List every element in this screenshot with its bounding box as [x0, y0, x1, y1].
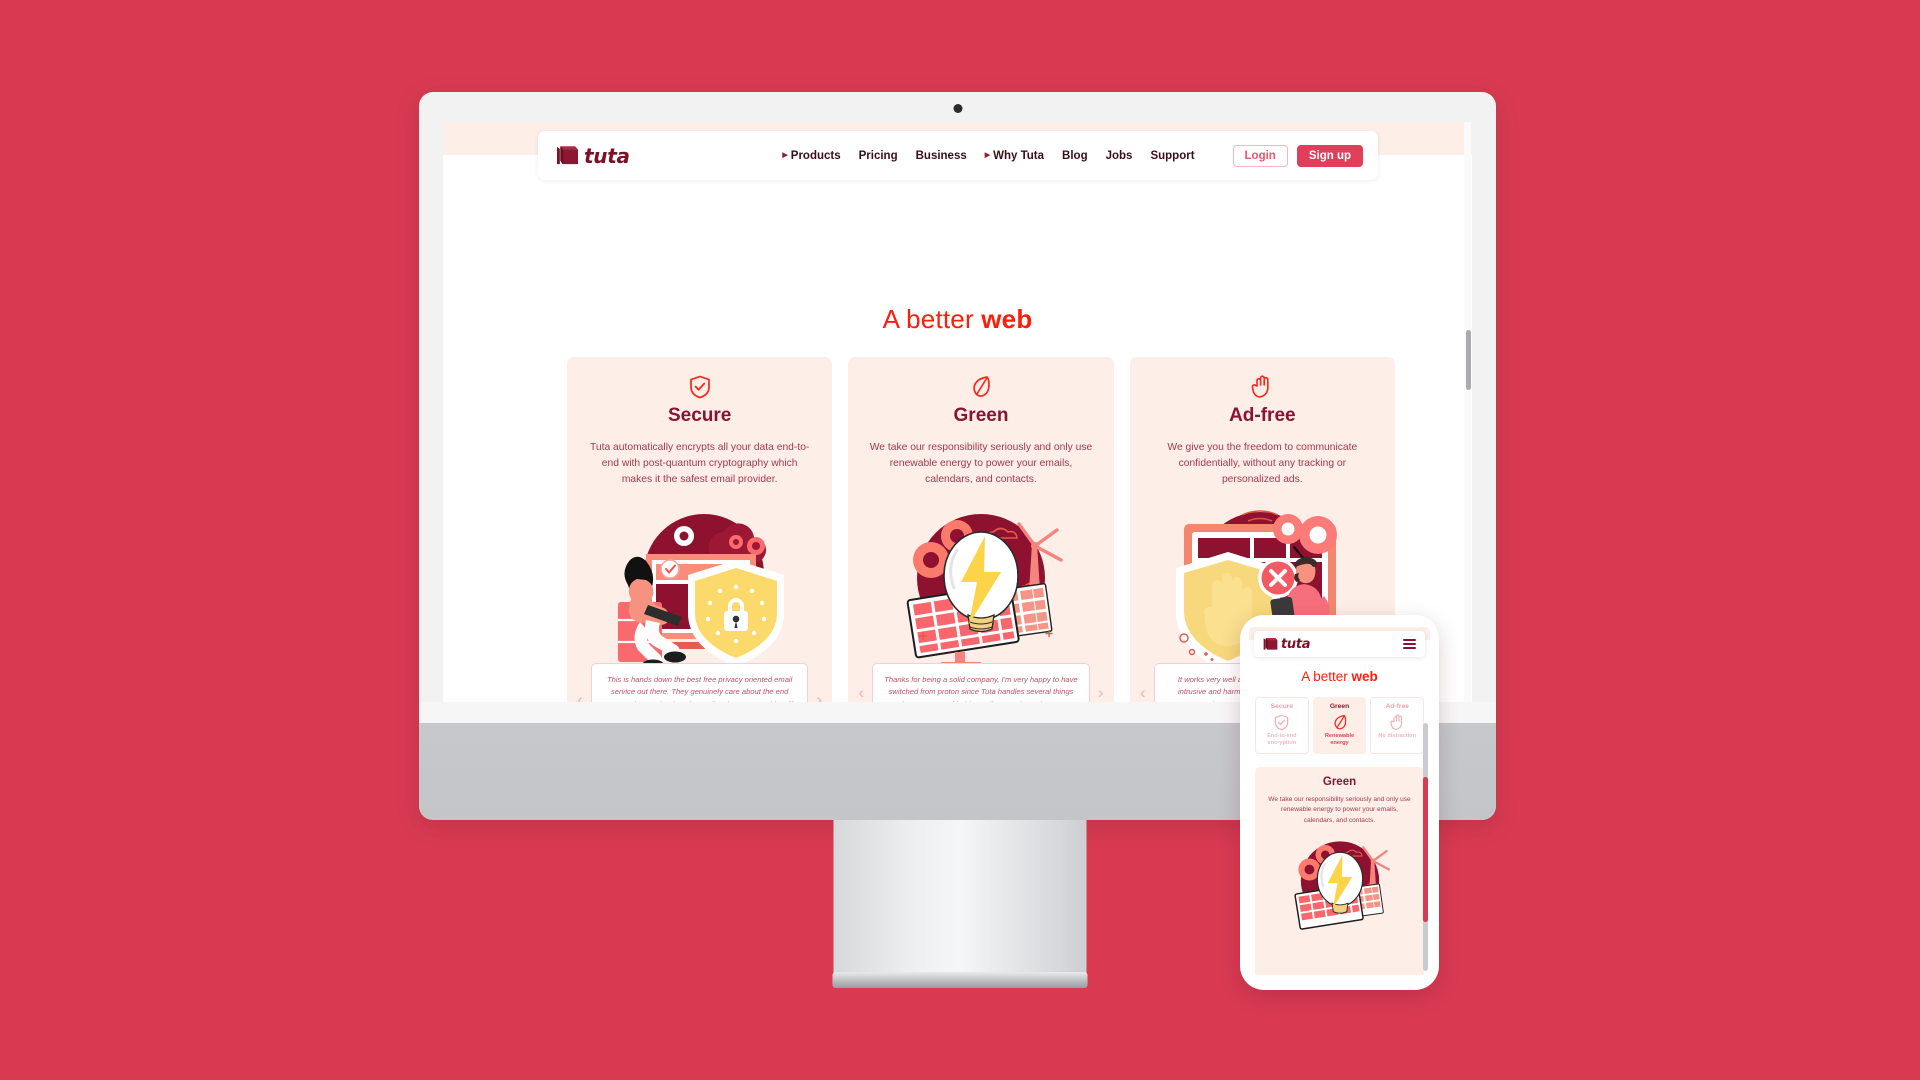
- mobile-brand-wordmark: tuta: [1281, 636, 1311, 652]
- nav-item-label: Support: [1150, 149, 1195, 162]
- page-scrollbar-thumb[interactable]: [1466, 330, 1471, 390]
- mobile-page-title-prefix: A better: [1301, 669, 1352, 684]
- mobile-phone-mockup: tuta A better web Secure End-to-end encr…: [1240, 615, 1439, 990]
- feature-card-description: We give you the freedom to communicate c…: [1167, 442, 1358, 485]
- mobile-tab-subtitle: No distraction: [1378, 733, 1416, 739]
- mobile-tab-title: Ad-free: [1385, 703, 1409, 710]
- mobile-navbar: tuta: [1254, 631, 1425, 657]
- page-title: A better web: [443, 304, 1472, 335]
- mobile-page-title: A better web: [1249, 669, 1430, 684]
- mobile-tab-secure[interactable]: Secure End-to-end encryption: [1255, 697, 1309, 754]
- signup-button[interactable]: Sign up: [1296, 144, 1363, 167]
- monitor-stand-base: [832, 972, 1088, 988]
- shield-check-icon: [1258, 713, 1306, 731]
- caret-icon: ▶: [984, 152, 991, 159]
- nav-item-why-tuta[interactable]: ▶ Why Tuta: [985, 150, 1044, 162]
- green-illustration: [1293, 841, 1390, 930]
- feature-card-description: We take our responsibility seriously and…: [869, 442, 1093, 485]
- carousel-prev-button[interactable]: ‹: [1136, 684, 1150, 701]
- nav-item-business[interactable]: Business: [916, 150, 967, 162]
- green-illustration: [906, 513, 1063, 670]
- caret-icon: ▶: [782, 152, 788, 159]
- page-scrollbar-track[interactable]: [1464, 122, 1471, 772]
- secure-illustration: [617, 513, 784, 671]
- leaf-icon: [864, 374, 1097, 399]
- nav-item-blog[interactable]: Blog: [1062, 150, 1088, 162]
- mobile-tab-subtitle: End-to-end encryption: [1267, 733, 1297, 747]
- carousel-prev-button[interactable]: ‹: [854, 684, 868, 701]
- nav-item-support[interactable]: Support: [1150, 150, 1194, 162]
- carousel-next-button[interactable]: ›: [1094, 684, 1108, 701]
- mobile-brand-logo[interactable]: tuta: [1263, 636, 1311, 652]
- nav-item-label: Why Tuta: [993, 149, 1045, 162]
- feature-card-title: Ad-free: [1229, 405, 1296, 426]
- nav-item-label: Pricing: [858, 149, 898, 162]
- page-title-prefix: A better: [882, 304, 982, 334]
- nav-item-label: Blog: [1062, 149, 1088, 162]
- nav-item-jobs[interactable]: Jobs: [1106, 150, 1133, 162]
- tuta-box-logo-icon: [1263, 638, 1278, 650]
- nav-links: ▶ Products Pricing Business ▶ Why Tuta B: [782, 144, 1363, 167]
- brand-wordmark: tuta: [584, 143, 630, 168]
- mobile-tab-adfree[interactable]: Ad-free No distraction: [1370, 697, 1425, 754]
- nav-item-label: Jobs: [1105, 149, 1133, 162]
- page-title-strong: web: [981, 304, 1033, 334]
- mobile-page-title-strong: web: [1351, 669, 1378, 684]
- webcam-dot: [953, 104, 962, 113]
- feature-card-description: Tuta automatically encrypts all your dat…: [589, 442, 810, 485]
- mobile-panel-title: Green: [1322, 776, 1357, 788]
- nav-item-label: Business: [915, 149, 967, 162]
- nav-item-products[interactable]: ▶ Products: [782, 150, 840, 162]
- login-button[interactable]: Login: [1232, 144, 1288, 167]
- mobile-panel-description: We take our responsibility seriously and…: [1268, 796, 1411, 824]
- feature-card-title: Secure: [667, 405, 732, 426]
- brand-logo[interactable]: tuta: [556, 144, 630, 168]
- nav-item-pricing[interactable]: Pricing: [859, 150, 898, 162]
- phone-screen: tuta A better web Secure End-to-end encr…: [1249, 627, 1430, 975]
- hamburger-menu-icon[interactable]: [1403, 639, 1416, 649]
- mobile-scrollbar-thumb[interactable]: [1423, 777, 1428, 922]
- mobile-tab-subtitle: Renewable energy: [1324, 733, 1355, 747]
- nav-actions: Login Sign up: [1232, 144, 1363, 167]
- mobile-feature-panel: Green We take our responsibility serious…: [1255, 767, 1424, 975]
- nav-item-label: Products: [790, 149, 841, 162]
- mobile-feature-tabs: Secure End-to-end encryption Green Renew…: [1255, 697, 1425, 754]
- raised-hand-icon: [1146, 374, 1379, 399]
- raised-hand-icon: [1373, 713, 1421, 731]
- monitor-stand-neck: [833, 820, 1087, 982]
- tuta-box-logo-icon: [557, 146, 578, 165]
- site-navbar: tuta ▶ Products Pricing Business ▶ Why T…: [538, 131, 1378, 180]
- mobile-tab-title: Green: [1329, 703, 1350, 710]
- shield-check-icon: [583, 374, 816, 399]
- leaf-icon: [1316, 713, 1364, 731]
- mobile-tab-title: Secure: [1270, 703, 1293, 710]
- mobile-tab-green[interactable]: Green Renewable energy: [1312, 697, 1367, 754]
- feature-card-title: Green: [953, 405, 1009, 426]
